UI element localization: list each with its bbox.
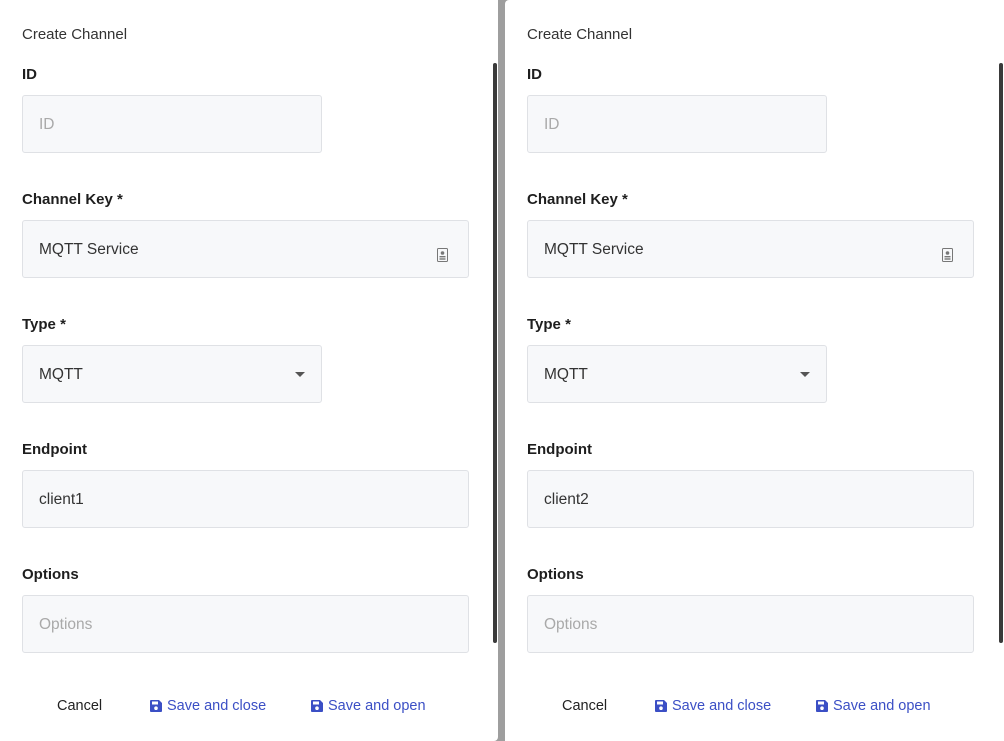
- dialog-title: Create Channel: [527, 26, 633, 43]
- cancel-button[interactable]: Cancel: [562, 698, 607, 714]
- scrollbar[interactable]: [999, 63, 1003, 643]
- save-and-open-label: Save and open: [833, 698, 931, 714]
- dialog-title: Create Channel: [22, 26, 128, 43]
- floppy-disk-icon: [150, 700, 162, 712]
- save-and-open-button[interactable]: Save and open: [311, 698, 426, 714]
- floppy-disk-icon: [655, 700, 667, 712]
- scrollbar[interactable]: [493, 63, 497, 643]
- save-and-close-button[interactable]: Save and close: [150, 698, 266, 714]
- channel-key-value: MQTT Service: [544, 241, 644, 258]
- options-placeholder: Options: [39, 616, 93, 633]
- floppy-disk-icon: [311, 700, 323, 712]
- channel-key-field[interactable]: MQTT Service: [22, 220, 469, 278]
- options-placeholder: Options: [544, 616, 598, 633]
- channel-key-field[interactable]: MQTT Service: [527, 220, 974, 278]
- channel-key-value: MQTT Service: [39, 241, 139, 258]
- id-placeholder: ID: [39, 116, 55, 133]
- cancel-button[interactable]: Cancel: [57, 698, 102, 714]
- type-select[interactable]: MQTT: [22, 345, 322, 403]
- options-field[interactable]: Options: [22, 595, 469, 653]
- endpoint-field[interactable]: client1: [22, 470, 469, 528]
- id-label: ID: [22, 66, 37, 83]
- options-label: Options: [527, 566, 584, 583]
- endpoint-field[interactable]: client2: [527, 470, 974, 528]
- endpoint-value: client1: [39, 491, 84, 508]
- floppy-disk-icon: [816, 700, 828, 712]
- id-placeholder: ID: [544, 116, 560, 133]
- endpoint-label: Endpoint: [22, 441, 87, 458]
- save-and-close-label: Save and close: [167, 698, 267, 714]
- cancel-label: Cancel: [562, 698, 608, 714]
- endpoint-label: Endpoint: [527, 441, 592, 458]
- contact-card-icon[interactable]: [942, 248, 953, 262]
- cancel-label: Cancel: [57, 698, 103, 714]
- save-and-close-label: Save and close: [672, 698, 772, 714]
- channel-key-label: Channel Key *: [22, 191, 123, 208]
- create-channel-dialog-left: Create Channel ID ID Channel Key * MQTT …: [0, 0, 498, 741]
- save-and-close-button[interactable]: Save and close: [655, 698, 771, 714]
- channel-key-label: Channel Key *: [527, 191, 628, 208]
- endpoint-value: client2: [544, 491, 589, 508]
- type-label: Type *: [527, 316, 571, 333]
- save-and-open-button[interactable]: Save and open: [816, 698, 931, 714]
- id-label: ID: [527, 66, 542, 83]
- save-and-open-label: Save and open: [328, 698, 426, 714]
- create-channel-dialog-right: Create Channel ID ID Channel Key * MQTT …: [505, 0, 1004, 741]
- type-label: Type *: [22, 316, 66, 333]
- options-label: Options: [22, 566, 79, 583]
- id-field[interactable]: ID: [22, 95, 322, 153]
- type-value: MQTT: [39, 366, 83, 383]
- type-value: MQTT: [544, 366, 588, 383]
- type-select[interactable]: MQTT: [527, 345, 827, 403]
- chevron-down-icon: [295, 372, 305, 377]
- options-field[interactable]: Options: [527, 595, 974, 653]
- contact-card-icon[interactable]: [437, 248, 448, 262]
- id-field[interactable]: ID: [527, 95, 827, 153]
- chevron-down-icon: [800, 372, 810, 377]
